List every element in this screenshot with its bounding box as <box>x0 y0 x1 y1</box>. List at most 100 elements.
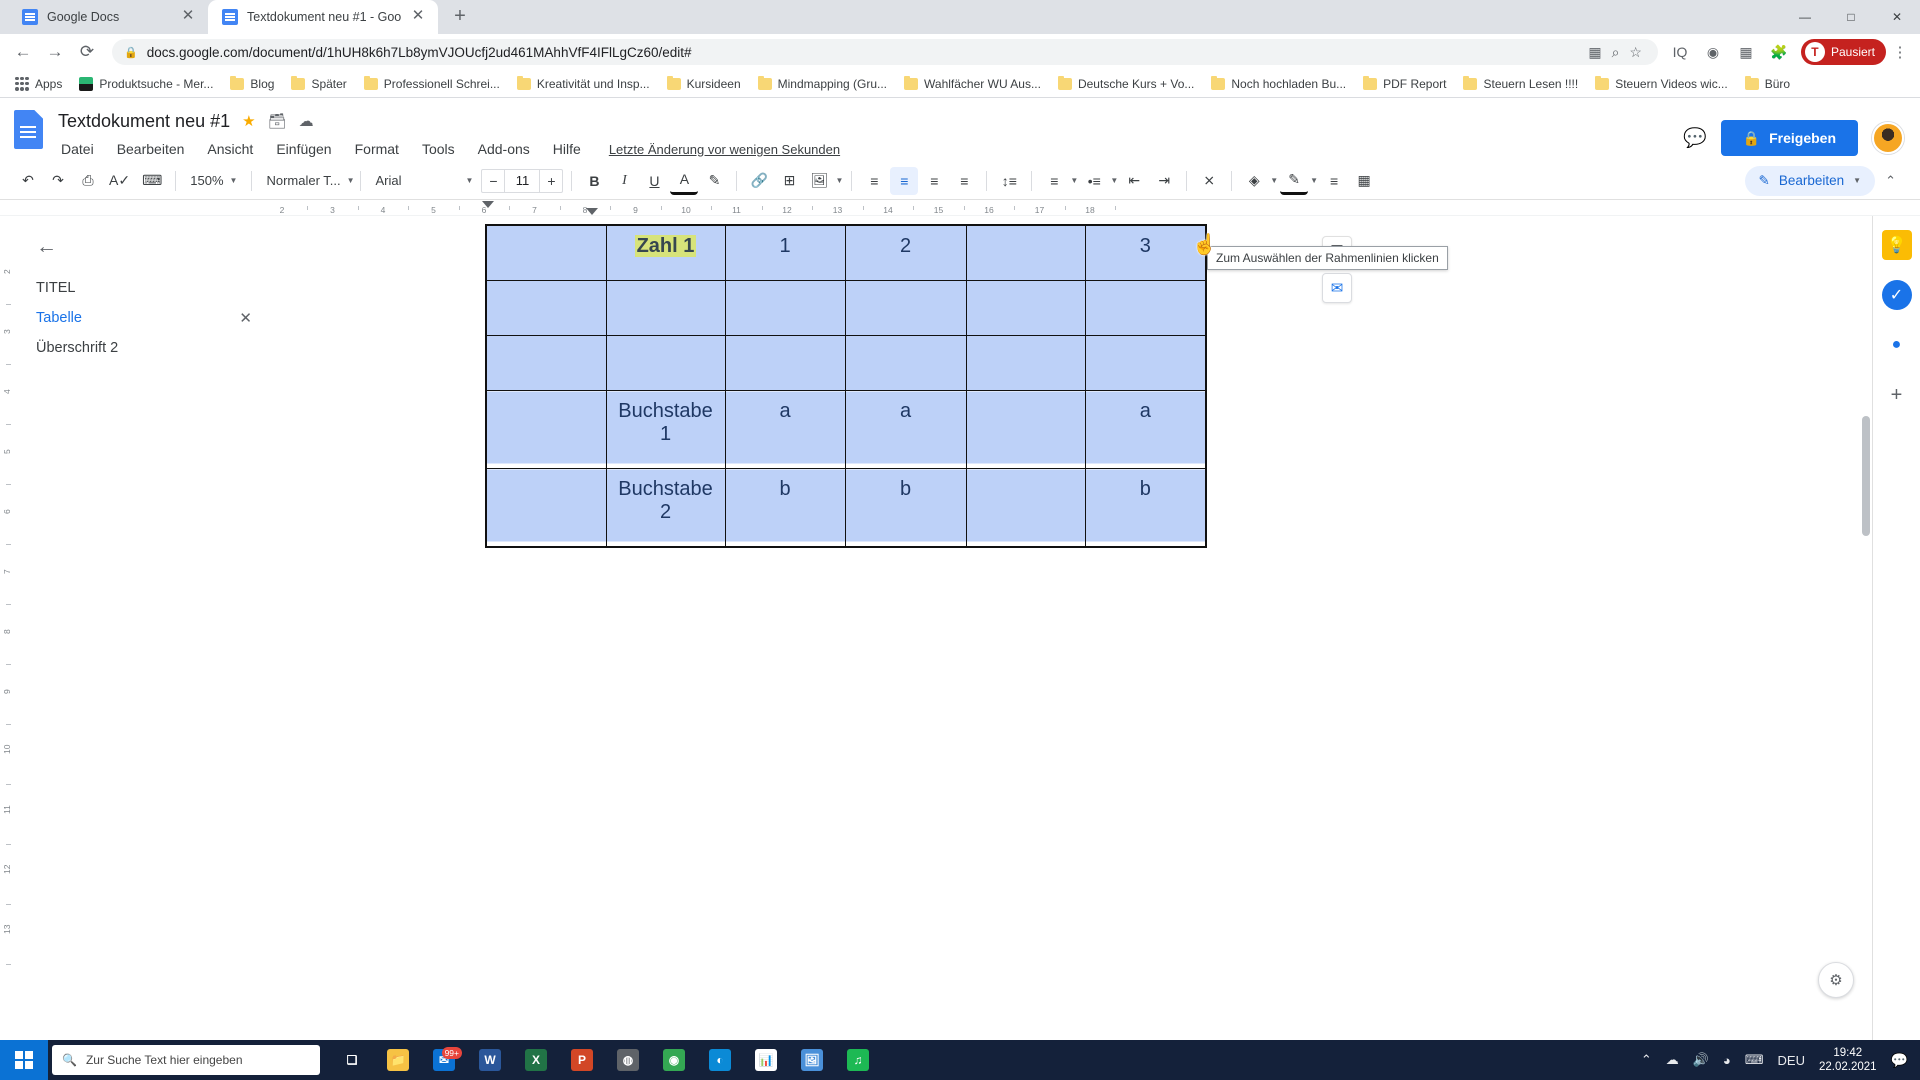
align-justify-icon[interactable]: ≡ <box>950 167 978 195</box>
docs-menu-ansicht[interactable]: Ansicht <box>204 140 256 158</box>
add-ons-plus-icon[interactable]: + <box>1882 380 1912 410</box>
numbered-list-icon[interactable]: ≡ <box>1040 167 1068 195</box>
table-cell[interactable]: Buchstabe 2 <box>605 468 726 548</box>
docs-menu-datei[interactable]: Datei <box>58 140 97 158</box>
insert-image-icon[interactable]: 🖼 <box>805 167 833 195</box>
chrome-icon[interactable]: ◉ <box>654 1040 694 1080</box>
comment-icon[interactable]: 💬 <box>1683 126 1707 150</box>
table-row[interactable]: Buchstabe 2 b b b <box>485 468 1207 548</box>
undo-icon[interactable]: ↶ <box>14 167 42 195</box>
spellcheck-icon[interactable]: A✓ <box>104 167 135 195</box>
move-to-folder-icon[interactable]: 🗃 <box>268 112 287 130</box>
user-avatar[interactable] <box>1872 122 1904 154</box>
table-cell[interactable]: a <box>1084 390 1207 469</box>
chevron-down-icon[interactable]: ▼ <box>1310 176 1318 185</box>
reload-icon[interactable]: ⟳ <box>72 37 102 67</box>
fill-color-icon[interactable]: ◈ <box>1240 167 1268 195</box>
document-table[interactable]: Zahl 1 1 2 3 Buchstabe 1 a a a Buchstabe 2 b b… <box>485 224 1207 548</box>
language-indicator[interactable]: DEU <box>1778 1053 1805 1068</box>
share-button[interactable]: 🔒 Freigeben <box>1720 120 1858 156</box>
bookmark-item[interactable]: Kursideen <box>660 74 748 94</box>
outline-item-tabelle[interactable]: Tabelle ✕ <box>36 303 256 333</box>
border-dash-icon[interactable]: ▦ <box>1350 167 1378 195</box>
photos-icon[interactable]: 🖼 <box>792 1040 832 1080</box>
font-size-value[interactable]: 11 <box>504 169 541 192</box>
first-line-indent-marker[interactable] <box>482 201 494 208</box>
browser-other-icon[interactable]: ◍ <box>608 1040 648 1080</box>
bookmark-item[interactable]: Kreativität und Insp... <box>510 74 657 94</box>
increase-indent-icon[interactable]: ⇥ <box>1150 167 1178 195</box>
bold-icon[interactable]: B <box>580 167 608 195</box>
file-explorer-icon[interactable]: 📁 <box>378 1040 418 1080</box>
table-cell[interactable] <box>485 390 607 469</box>
close-icon[interactable]: ✕ <box>239 309 252 327</box>
explore-icon[interactable]: ⚙ <box>1818 962 1854 998</box>
zoom-icon[interactable]: ⌕ <box>1612 44 1620 61</box>
table-cell[interactable]: 3 <box>1084 224 1207 281</box>
excel-icon[interactable]: X <box>516 1040 556 1080</box>
bookmark-item[interactable]: Steuern Lesen !!!! <box>1456 74 1585 94</box>
star-icon[interactable]: ☆ <box>1629 44 1642 61</box>
bookmark-item[interactable]: Wahlfächer WU Aus... <box>897 74 1048 94</box>
bookmark-item[interactable]: Mindmapping (Gru... <box>751 74 894 94</box>
puzzle-extension-icon[interactable]: 🧩 <box>1767 40 1791 64</box>
pen-color-icon[interactable]: ✎ <box>1280 167 1309 195</box>
network-icon[interactable]: ◕ <box>1723 1053 1731 1068</box>
table-cell[interactable] <box>485 224 607 281</box>
taskbar-search-input[interactable]: 🔍 Zur Suche Text hier eingeben <box>52 1045 320 1075</box>
tasks-icon[interactable]: ✓ <box>1881 280 1912 310</box>
table-cell[interactable] <box>485 280 607 336</box>
line-spacing-icon[interactable]: ↕≡ <box>995 167 1023 195</box>
powerpoint-icon[interactable]: P <box>562 1040 602 1080</box>
text-color-icon[interactable]: A <box>670 167 699 195</box>
outline-item-ueberschrift-2[interactable]: Überschrift 2 <box>36 333 256 363</box>
insert-link-icon[interactable]: 🔗 <box>745 167 773 195</box>
docs-menu-einf-gen[interactable]: Einfügen <box>273 140 334 158</box>
table-cell[interactable] <box>485 468 607 548</box>
bookmark-item[interactable]: Apps <box>8 74 69 94</box>
font-size-increase[interactable]: + <box>540 173 562 189</box>
chevron-down-icon[interactable]: ▼ <box>1270 176 1278 185</box>
table-cell[interactable] <box>724 280 846 336</box>
keyboard-icon[interactable]: ⌨ <box>1745 1052 1764 1068</box>
camera-extension-icon[interactable]: ◉ <box>1701 40 1725 64</box>
close-icon[interactable]: ✕ <box>410 8 426 25</box>
bookmark-item[interactable]: PDF Report <box>1356 74 1453 94</box>
chevron-down-icon[interactable]: ▼ <box>835 176 843 185</box>
spotify-icon[interactable]: ♫ <box>838 1040 878 1080</box>
bookmark-item[interactable]: Blog <box>223 74 281 94</box>
chevron-up-icon[interactable]: ⌃ <box>1641 1052 1652 1068</box>
table-cell[interactable]: 1 <box>724 224 846 281</box>
scrollbar-thumb[interactable] <box>1862 416 1870 536</box>
zoom-level-select[interactable]: 150% ▼ <box>184 168 243 194</box>
paint-format-icon[interactable]: ⌨ <box>137 167 167 195</box>
word-icon[interactable]: W <box>470 1040 510 1080</box>
table-cell[interactable] <box>485 335 607 391</box>
horizontal-ruler[interactable]: 2 3 4 5 6 7 8 9 10 11 12 13 14 15 16 17 18 <box>0 200 1920 216</box>
contacts-icon[interactable]: ● <box>1882 330 1912 360</box>
table-cell[interactable] <box>844 280 967 336</box>
bookmark-item[interactable]: Später <box>284 74 353 94</box>
bookmark-item[interactable]: Produktsuche - Mer... <box>72 74 220 94</box>
table-cell[interactable] <box>965 468 1086 548</box>
highlight-color-icon[interactable]: ✎ <box>700 167 728 195</box>
back-arrow-icon[interactable]: ← <box>36 236 256 257</box>
notification-icon[interactable]: 💬 <box>1891 1052 1908 1069</box>
italic-icon[interactable]: I <box>610 167 638 195</box>
left-indent-marker[interactable] <box>586 208 598 215</box>
print-icon[interactable]: ⎙ <box>74 167 102 195</box>
bookmark-item[interactable]: Steuern Videos wic... <box>1588 74 1735 94</box>
decrease-indent-icon[interactable]: ⇤ <box>1120 167 1148 195</box>
table-cell[interactable]: b <box>1084 468 1207 548</box>
grid-extension-icon[interactable]: ▦ <box>1734 40 1758 64</box>
table-cell[interactable]: 2 <box>844 224 967 281</box>
paragraph-style-select[interactable]: Normaler T... ▼ <box>260 168 354 194</box>
table-cell[interactable] <box>605 335 726 391</box>
docs-menu-hilfe[interactable]: Hilfe <box>550 140 584 158</box>
table-cell[interactable] <box>1084 335 1207 391</box>
docs-menu-bearbeiten[interactable]: Bearbeiten <box>114 140 188 158</box>
table-cell[interactable] <box>605 280 726 336</box>
underline-icon[interactable]: U <box>640 167 668 195</box>
table-cell[interactable] <box>844 335 967 391</box>
bookmark-item[interactable]: Noch hochladen Bu... <box>1204 74 1353 94</box>
